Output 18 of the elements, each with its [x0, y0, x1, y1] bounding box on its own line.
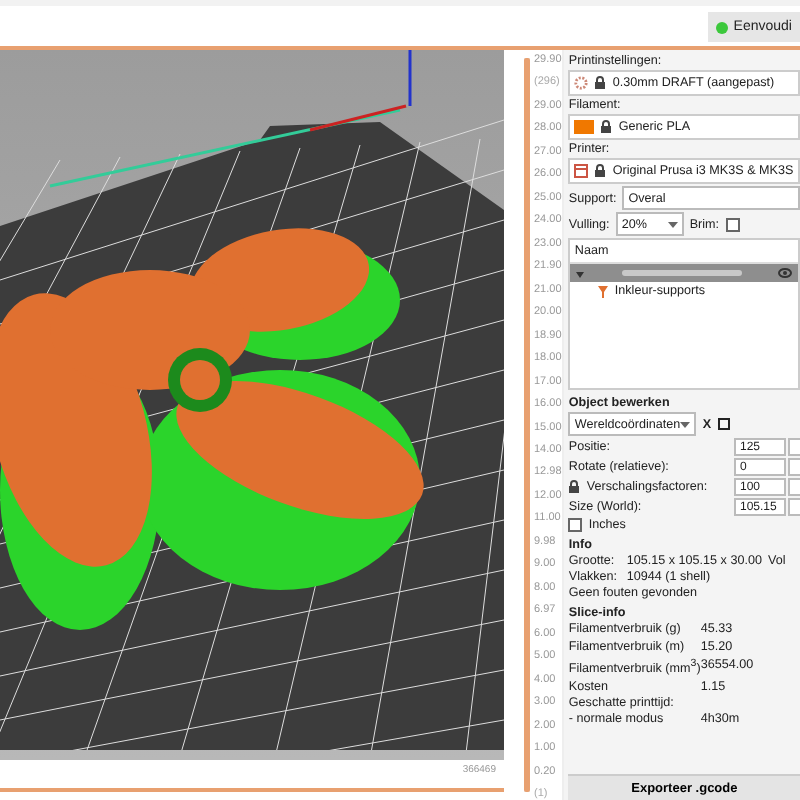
blurred-name: [621, 270, 742, 276]
lock-icon: [600, 120, 613, 134]
brim-checkbox[interactable]: [725, 217, 740, 231]
lock-icon: [568, 480, 581, 494]
z-axis-line: [408, 50, 412, 106]
expand-icon: [576, 269, 585, 277]
inches-checkbox[interactable]: [568, 518, 583, 532]
layer-slider[interactable]: [524, 58, 530, 792]
object-row[interactable]: [570, 264, 798, 282]
support-icon: [598, 285, 609, 297]
caret-icon: [680, 421, 691, 427]
box-icon: [717, 418, 730, 430]
eye-icon: [777, 268, 792, 278]
gear-icon: [574, 76, 589, 90]
caret-icon: [667, 221, 678, 227]
lock-icon: [594, 164, 607, 178]
printer-icon: [574, 164, 589, 178]
lock-icon: [594, 76, 607, 90]
